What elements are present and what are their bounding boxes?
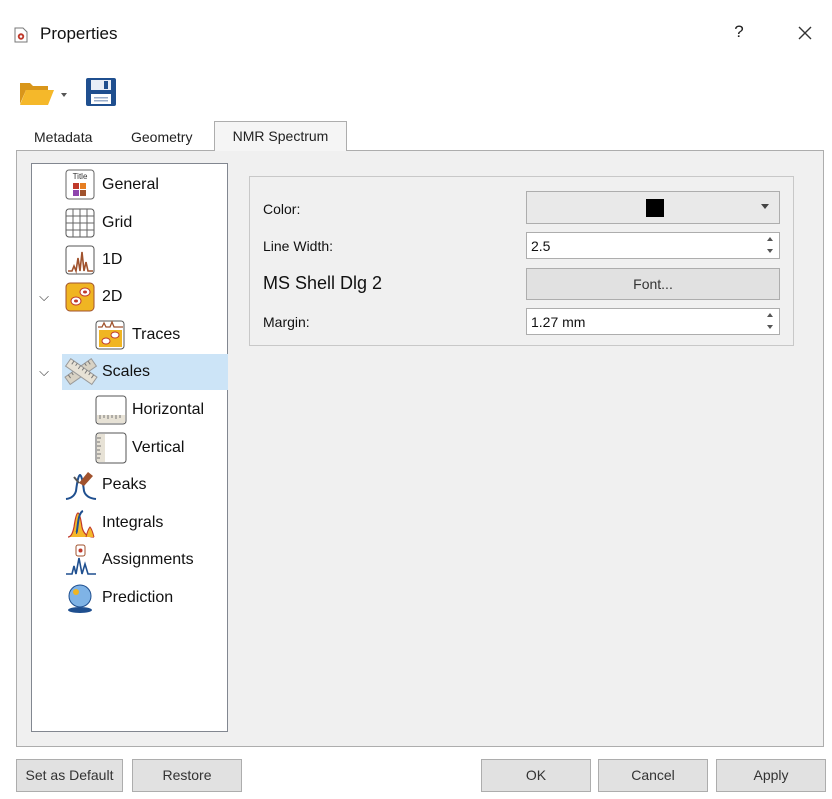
title-bar: Properties ?	[0, 0, 832, 66]
chevron-down-icon[interactable]: ⌵	[37, 289, 51, 305]
vertical-scale-icon	[95, 432, 127, 464]
tree-item-label: 1D	[102, 251, 123, 268]
spin-up-icon[interactable]	[767, 237, 773, 241]
tree-item-label: 2D	[102, 288, 123, 305]
font-button[interactable]: Font...	[526, 268, 780, 300]
tree-item-label: Grid	[102, 214, 133, 231]
margin-value: 1.27 mm	[531, 314, 586, 330]
tree-item-integrals[interactable]: Integrals	[64, 505, 163, 541]
properties-doc-icon	[14, 27, 28, 43]
close-icon[interactable]	[794, 22, 816, 44]
integrals-icon	[67, 510, 95, 538]
line-width-label: Line Width:	[263, 238, 334, 254]
tree-item-horizontal[interactable]: Horizontal	[94, 392, 204, 428]
ok-button[interactable]: OK	[481, 759, 591, 792]
svg-text:Title: Title	[73, 172, 88, 181]
folder-open-icon[interactable]	[18, 78, 70, 108]
prediction-icon	[68, 584, 92, 613]
tree-item-vertical[interactable]: Vertical	[94, 430, 184, 466]
color-dropdown[interactable]	[526, 191, 780, 224]
margin-spinbox[interactable]: 1.27 mm	[526, 308, 780, 335]
tree-item-2d[interactable]: 2D	[64, 279, 122, 315]
peaks-icon	[65, 472, 97, 500]
spin-down-icon[interactable]	[767, 249, 773, 253]
tree-item-grid[interactable]: Grid	[64, 205, 132, 241]
window-title: Properties	[40, 24, 118, 43]
tree-item-label: Integrals	[102, 514, 164, 531]
tree-item-prediction[interactable]: Prediction	[64, 580, 173, 616]
tree-item-label: Prediction	[102, 589, 174, 606]
tree-item-assignments[interactable]: Assignments	[64, 542, 194, 578]
spectrum-2d-icon	[65, 282, 95, 312]
tree-item-1d[interactable]: 1D	[64, 242, 122, 278]
traces-icon	[95, 320, 125, 350]
grid-icon	[65, 208, 95, 238]
settings-tree[interactable]: Title General Grid 1D ⌵ 2D Traces ⌵ Scal…	[31, 163, 228, 732]
line-width-spinbox[interactable]: 2.5	[526, 232, 780, 259]
spin-up-icon[interactable]	[767, 313, 773, 317]
tree-item-label: Vertical	[132, 439, 185, 456]
tree-item-general[interactable]: Title General	[64, 167, 159, 203]
tree-item-label: General	[102, 176, 159, 193]
spin-down-icon[interactable]	[767, 325, 773, 329]
dropdown-arrow-icon	[761, 204, 769, 209]
help-button[interactable]: ?	[732, 22, 746, 42]
scales-ruler-icon	[64, 358, 98, 386]
tree-item-label: Horizontal	[132, 401, 205, 418]
tree-item-scales[interactable]: Scales	[62, 354, 228, 390]
tree-item-label: Assignments	[102, 551, 194, 568]
floppy-save-icon[interactable]	[84, 76, 118, 108]
font-name-label: MS Shell Dlg 2	[263, 273, 383, 293]
tree-item-label: Peaks	[102, 476, 147, 493]
chevron-down-icon[interactable]: ⌵	[37, 364, 51, 380]
line-width-value: 2.5	[531, 238, 551, 254]
cancel-button[interactable]: Cancel	[598, 759, 708, 792]
set-as-default-button[interactable]: Set as Default	[16, 759, 123, 792]
tree-item-traces[interactable]: Traces	[94, 317, 180, 353]
tab-nmr-spectrum[interactable]: NMR Spectrum	[214, 121, 347, 151]
tree-item-label: Traces	[132, 326, 181, 343]
tab-geometry[interactable]: Geometry	[117, 125, 206, 149]
restore-button[interactable]: Restore	[132, 759, 242, 792]
assignments-icon	[66, 544, 96, 575]
color-swatch	[646, 199, 664, 217]
spectrum-1d-icon	[65, 245, 95, 275]
tree-item-label: Scales	[102, 363, 151, 380]
title-general-icon: Title	[65, 169, 95, 200]
tab-metadata[interactable]: Metadata	[20, 125, 106, 149]
margin-label: Margin:	[263, 314, 310, 330]
horizontal-scale-icon	[95, 395, 127, 425]
apply-button[interactable]: Apply	[716, 759, 826, 792]
tree-item-peaks[interactable]: Peaks	[64, 467, 146, 503]
color-label: Color:	[263, 201, 301, 217]
